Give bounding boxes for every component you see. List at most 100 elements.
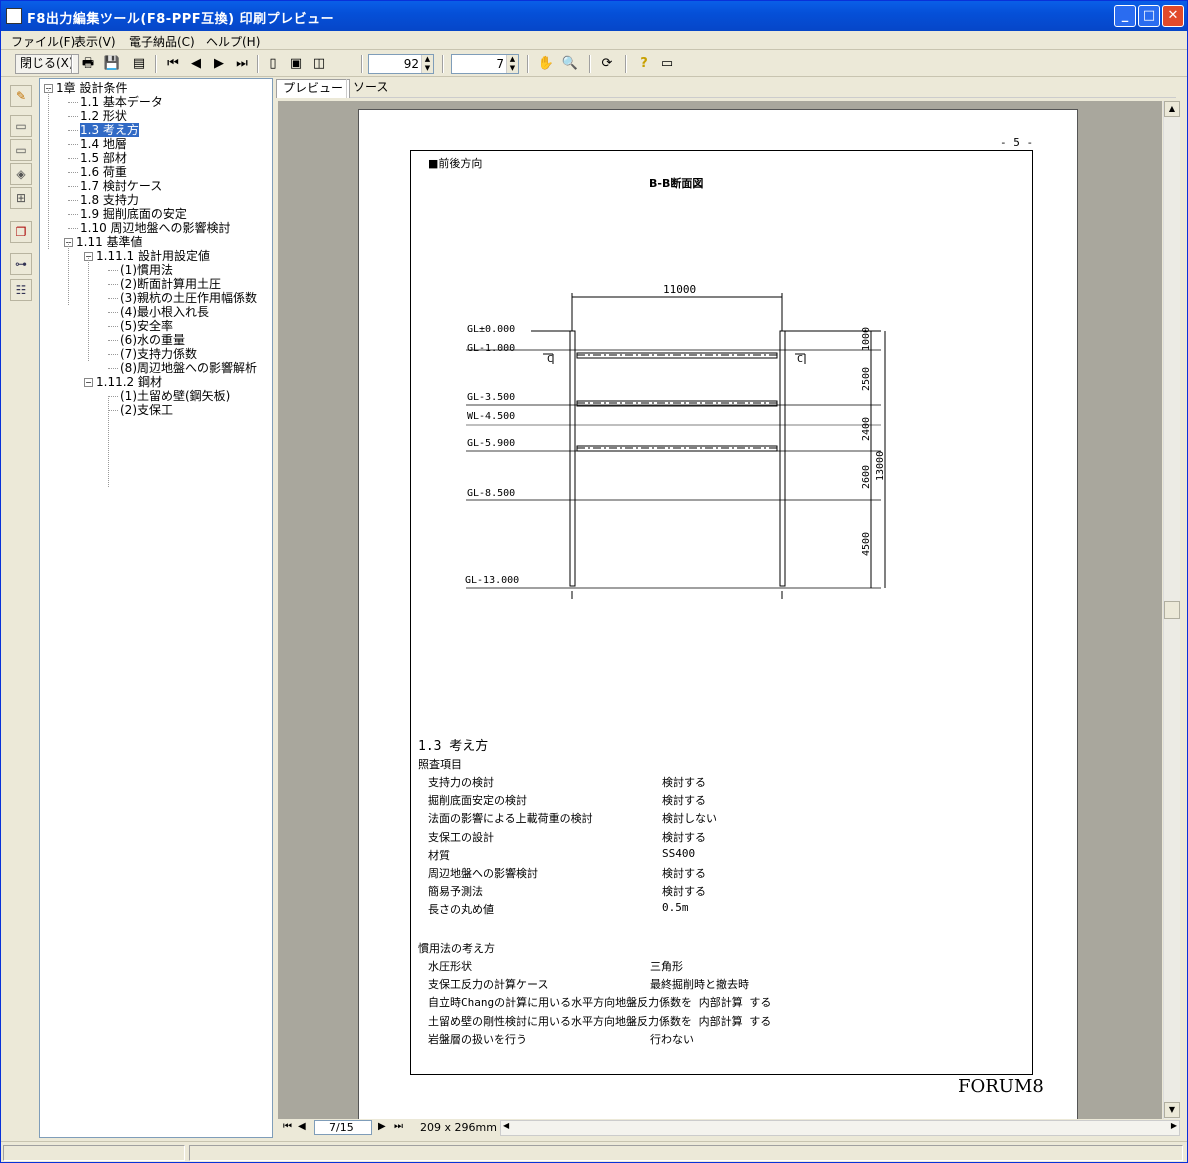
nav-first-icon[interactable]: ⏮	[283, 1121, 292, 1132]
tree-item-label: 1.11.1 設計用設定値	[96, 249, 210, 263]
export-icon[interactable]: ▤	[129, 54, 149, 74]
first-page-icon[interactable]: ⏮	[163, 54, 183, 74]
item-label: 水圧形状	[428, 960, 472, 973]
gl-label: GL±0.000	[467, 324, 515, 335]
close-button[interactable]: 閉じる(X)	[15, 54, 79, 74]
tab-source[interactable]: ソース	[346, 79, 394, 98]
scroll-up-icon[interactable]: ▲	[1164, 101, 1180, 117]
edit-pencil-icon[interactable]: ✎	[10, 85, 32, 107]
tree-item[interactable]: (8)周辺地盤への影響解析	[120, 361, 257, 375]
info-icon[interactable]: ▭	[657, 54, 677, 74]
tree-item[interactable]: 1.10 周辺地盤への影響検討	[80, 221, 231, 235]
tree-item-label: (8)周辺地盤への影響解析	[120, 361, 257, 375]
tree-item-label: 1.6 荷重	[80, 165, 127, 179]
hand-icon[interactable]: ✋	[536, 54, 556, 74]
nav-prev-icon[interactable]: ◀	[298, 1121, 306, 1132]
scroll-right-icon[interactable]: ▶	[1171, 1121, 1177, 1130]
item-label: 掘削底面安定の検討	[428, 794, 527, 808]
maximize-button[interactable]: □	[1138, 5, 1160, 27]
tree-connector	[108, 284, 118, 285]
print-icon[interactable]: 🖶	[78, 54, 98, 74]
item-label: 長さの丸め値	[428, 903, 494, 917]
tree-item[interactable]: (4)最小根入れ長	[120, 305, 209, 319]
book-icon[interactable]: ❐	[10, 221, 32, 243]
tree-item-label: 1.10 周辺地盤への影響検討	[80, 221, 231, 235]
tree-item[interactable]: −1章 設計条件	[44, 81, 127, 95]
tree-item[interactable]: (1)慣用法	[120, 263, 173, 277]
scroll-thumb[interactable]	[1164, 601, 1180, 619]
tree-item[interactable]: 1.1 基本データ	[80, 95, 163, 109]
menu-file[interactable]: ファイル(F)	[11, 33, 75, 50]
tree-item[interactable]: 1.7 検討ケース	[80, 179, 162, 193]
close-window-button[interactable]: ✕	[1162, 5, 1184, 27]
help-icon[interactable]: ?	[634, 54, 654, 74]
last-page-icon[interactable]: ⏭	[232, 54, 252, 74]
tree-item[interactable]: (1)土留め壁(鋼矢板)	[120, 389, 230, 403]
item-value: SS400	[662, 846, 696, 860]
toolbar-separator	[361, 55, 363, 73]
page-indicator[interactable]: 7/15	[314, 1120, 372, 1135]
item-label: 材質	[428, 848, 450, 862]
tree-item[interactable]: −1.11.1 設計用設定値	[84, 249, 210, 263]
app-window: F8出力編集ツール(F8-PPF互換) 印刷プレビュー _ □ ✕ ファイル(F…	[0, 0, 1188, 1163]
tree-connector	[68, 242, 69, 305]
nav-last-icon[interactable]: ⏭	[394, 1121, 403, 1132]
tree-item[interactable]: (2)断面計算用土圧	[120, 277, 221, 291]
status-bar	[1, 1141, 1187, 1162]
tree-item-label: (2)支保工	[120, 403, 173, 417]
menu-help[interactable]: ヘルプ(H)	[206, 33, 260, 50]
save-icon[interactable]: 💾	[102, 54, 122, 74]
tree-item[interactable]: 1.5 部材	[80, 151, 127, 165]
horizontal-scrollbar[interactable]: ◀ ▶	[500, 1120, 1180, 1136]
tree-item-label: (6)水の重量	[120, 333, 185, 347]
tree-item[interactable]: (3)親杭の土圧作用幅係数	[120, 291, 257, 305]
zoom-spinner[interactable]: 92 ▲ ▼	[368, 54, 434, 74]
fit-width-icon[interactable]: ▣	[286, 54, 306, 74]
fit-page-icon[interactable]: ◫	[309, 54, 329, 74]
menu-electronic-delivery[interactable]: 電子納品(C)	[129, 33, 195, 50]
tree-connector	[68, 144, 78, 145]
gl-label: GL-13.000	[465, 575, 519, 586]
tab-preview[interactable]: プレビュー	[276, 79, 351, 98]
tree-item[interactable]: 1.6 荷重	[80, 165, 127, 179]
collapse-icon[interactable]: −	[84, 378, 93, 387]
menu-view[interactable]: 表示(V)	[74, 33, 116, 50]
tree-connector	[108, 340, 118, 341]
single-page-icon[interactable]: ▯	[263, 54, 283, 74]
tree-item[interactable]: 1.3 考え方	[80, 123, 139, 137]
tree-item[interactable]: −1.11 基準値	[64, 235, 143, 249]
prev-page-icon[interactable]: ◀	[186, 54, 206, 74]
scroll-left-icon[interactable]: ◀	[503, 1121, 509, 1130]
spinner-arrows-icon[interactable]: ▲ ▼	[421, 55, 433, 73]
minimize-button[interactable]: _	[1114, 5, 1136, 27]
tree-item[interactable]: 1.4 地層	[80, 137, 127, 151]
tree-item[interactable]: (5)安全率	[120, 319, 173, 333]
item-value: 0.5m	[662, 901, 689, 915]
disabled-tool-icon: ⊞	[10, 187, 32, 209]
vertical-scrollbar[interactable]: ▲ ▼	[1163, 101, 1180, 1119]
tree-item[interactable]: −1.11.2 鋼材	[84, 375, 162, 389]
tree-item[interactable]: (7)支持力係数	[120, 347, 197, 361]
paper-size-label: 209 x 296mm	[420, 1121, 497, 1134]
tree-item[interactable]: 1.8 支持力	[80, 193, 139, 207]
nav-next-icon[interactable]: ▶	[378, 1121, 386, 1132]
toolbar-separator	[71, 55, 73, 73]
tree-item[interactable]: (2)支保工	[120, 403, 173, 417]
tree-item[interactable]: (6)水の重量	[120, 333, 185, 347]
list-structure-icon[interactable]: ☷	[10, 279, 32, 301]
tree-item-label: (3)親杭の土圧作用幅係数	[120, 291, 257, 305]
tree-item[interactable]: 1.9 掘削底面の安定	[80, 207, 187, 221]
tree-connector	[48, 88, 49, 249]
page-spinner[interactable]: 7 ▲ ▼	[451, 54, 519, 74]
toolbar: 閉じる(X) 🖶 💾 ▤ ⏮ ◀ ▶ ⏭ ▯ ▣ ◫ 92 ▲ ▼ 7 ▲ ▼ ✋ 🔍 …	[1, 51, 1187, 77]
next-page-icon[interactable]: ▶	[209, 54, 229, 74]
refresh-icon[interactable]: ⟳	[597, 54, 617, 74]
magnifier-icon[interactable]: 🔍	[560, 54, 580, 74]
scroll-down-icon[interactable]: ▼	[1164, 1102, 1180, 1118]
tree-connector	[108, 368, 118, 369]
dim-label: 1000	[861, 327, 872, 351]
spinner-arrows-icon[interactable]: ▲ ▼	[506, 55, 518, 73]
tree-item[interactable]: 1.2 形状	[80, 109, 127, 123]
toolbar-separator	[442, 55, 444, 73]
tree-structure-icon[interactable]: ⊶	[10, 253, 32, 275]
